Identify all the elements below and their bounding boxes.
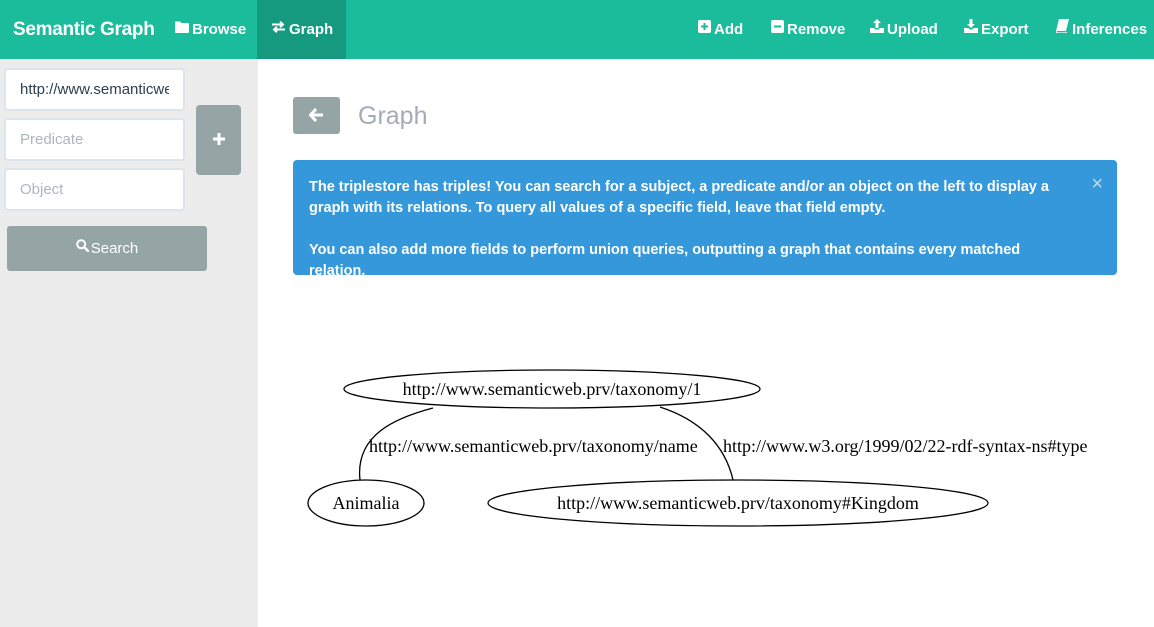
search-button[interactable]: Search: [7, 226, 207, 271]
nav-add-label: Add: [714, 21, 744, 38]
nav-inferences[interactable]: Inferences: [1055, 0, 1148, 59]
arrow-left-icon: [309, 107, 324, 127]
nav-upload[interactable]: Upload: [870, 0, 938, 59]
graph-node-kingdom-label: http://www.semanticweb.prv/taxonomy#King…: [557, 493, 919, 513]
nav-export[interactable]: Export: [964, 0, 1029, 59]
upload-icon: [870, 0, 884, 58]
nav-graph-label: Graph: [289, 21, 334, 38]
nav-remove-label: Remove: [787, 21, 846, 38]
subject-input[interactable]: [4, 68, 185, 111]
download-icon: [964, 0, 978, 58]
search-button-label: Search: [90, 240, 139, 257]
graph-node-subject-label: http://www.semanticweb.prv/taxonomy/1: [403, 379, 702, 399]
plus-icon: [212, 127, 225, 152]
info-alert: The triplestore has triples! You can sea…: [293, 160, 1117, 279]
graph-canvas: http://www.semanticweb.prv/taxonomy/1 An…: [307, 369, 1087, 527]
book-icon: [1055, 0, 1069, 58]
brand-title[interactable]: Semantic Graph: [13, 0, 155, 59]
graph-edge-type-label: http://www.w3.org/1999/02/22-rdf-syntax-…: [723, 436, 1087, 456]
add-field-button[interactable]: [196, 105, 241, 175]
object-input[interactable]: [4, 168, 185, 211]
close-icon[interactable]: ×: [1091, 174, 1103, 194]
predicate-input[interactable]: [4, 118, 185, 161]
navbar: Semantic Graph Browse Graph Add Remove U…: [0, 0, 1154, 59]
graph-node-animalia-label: Animalia: [333, 493, 400, 513]
alert-text-1: The triplestore has triples! You can sea…: [309, 179, 1049, 216]
alert-text-2: You can also add more fields to perform …: [309, 242, 1021, 279]
nav-remove[interactable]: Remove: [771, 0, 845, 59]
nav-browse-label: Browse: [192, 21, 247, 38]
nav-upload-label: Upload: [887, 21, 938, 38]
graph-edge-name-label: http://www.semanticweb.prv/taxonomy/name: [369, 436, 698, 456]
graph-node-kingdom[interactable]: http://www.semanticweb.prv/taxonomy#King…: [487, 479, 989, 527]
nav-graph[interactable]: Graph: [257, 0, 346, 59]
minus-square-icon: [771, 0, 784, 58]
page-title: Graph: [358, 102, 428, 130]
nav-add[interactable]: Add: [698, 0, 743, 59]
back-button[interactable]: [293, 97, 340, 134]
search-icon: [75, 225, 89, 270]
nav-export-label: Export: [981, 21, 1029, 38]
plus-square-icon: [698, 0, 711, 58]
sidebar: Search: [0, 59, 258, 627]
folder-icon: [175, 0, 189, 58]
nav-inferences-label: Inferences: [1072, 21, 1148, 38]
exchange-icon: [271, 0, 286, 58]
nav-browse[interactable]: Browse: [175, 0, 246, 59]
graph-node-animalia[interactable]: Animalia: [307, 479, 425, 527]
graph-node-subject[interactable]: http://www.semanticweb.prv/taxonomy/1: [343, 369, 761, 409]
